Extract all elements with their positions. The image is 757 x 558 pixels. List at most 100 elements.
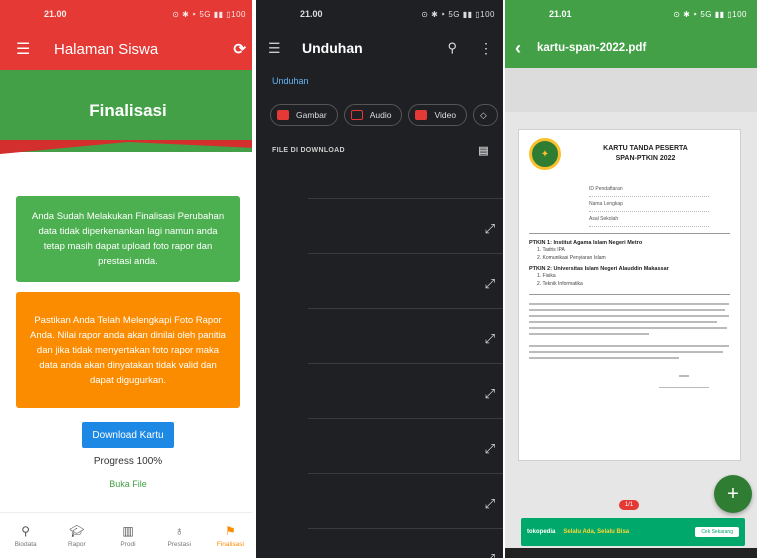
- doc-title: KARTU TANDA PESERTA SPAN-PTKIN 2022: [561, 144, 730, 164]
- doc-title-line: SPAN-PTKIN 2022: [615, 155, 676, 162]
- list-item[interactable]: ⤢: [308, 254, 505, 309]
- status-bar: 21.01 ⊙ ✱ ⁍ 5G ▮▮ ▯100: [505, 0, 757, 28]
- list-item[interactable]: ⤢: [308, 419, 505, 474]
- status-bar: 21.00 ⊙ ✱ ⁍ 5G ▮▮ ▯100: [256, 0, 505, 28]
- doc-body-text: [529, 303, 729, 388]
- rapor-warning-text: Pastikan Anda Telah Melengkapi Foto Rapo…: [30, 314, 226, 386]
- more-vert-icon[interactable]: ⋮: [479, 40, 493, 57]
- image-icon: [277, 110, 289, 120]
- page-indicator: 1/1: [619, 500, 639, 510]
- list-item[interactable]: ⤢: [308, 529, 505, 558]
- app-bar: ‹ kartu-span-2022.pdf: [505, 28, 757, 68]
- chip-more[interactable]: ◇: [473, 104, 498, 126]
- expand-icon[interactable]: ⤢: [485, 386, 495, 402]
- open-file-link[interactable]: Buka File: [0, 479, 256, 489]
- ad-cta-button[interactable]: Cek Sekarang: [695, 527, 739, 537]
- file-title: kartu-span-2022.pdf: [537, 42, 647, 54]
- ministry-logo: ✦: [529, 138, 561, 170]
- section-label: FILE DI DOWNLOAD: [272, 147, 345, 154]
- ad-banner[interactable]: tokopedia Selalu Ada, Selalu Bisa Cek Se…: [521, 518, 745, 546]
- file-list: ⤢ ⤢ ⤢ ⤢ ⤢ ⤢ ⤢: [256, 167, 505, 558]
- status-icons: ⊙ ✱ ⁍ 5G ▮▮ ▯100: [421, 9, 495, 19]
- expand-icon[interactable]: ⤢: [485, 441, 495, 457]
- expand-icon[interactable]: ⤢: [485, 331, 495, 347]
- expand-icon[interactable]: ⤢: [485, 221, 495, 237]
- nav-label: Prodi: [120, 540, 136, 548]
- doc-fields: ID Pendaftaran Nama Lengkap Asal Sekolah: [589, 182, 730, 227]
- download-card-button[interactable]: Download Kartu: [82, 422, 174, 448]
- nav-label: Finalisasi: [216, 540, 244, 548]
- menu-icon[interactable]: ☰: [16, 39, 54, 59]
- chip-label: Audio: [369, 110, 392, 120]
- section-header: FILE DI DOWNLOAD ▤: [256, 126, 505, 157]
- ad-brand: tokopedia: [527, 529, 556, 535]
- expand-icon[interactable]: ⤢: [485, 276, 495, 292]
- search-icon[interactable]: ⚲: [447, 40, 457, 56]
- doc-field: ID Pendaftaran: [589, 182, 709, 197]
- choice-item: 1. Tadris IPA: [537, 247, 565, 253]
- doc-field: Asal Sekolah: [589, 212, 709, 227]
- student-page-screen: 21.00 ⊙ ✱ ⁍ 5G ▮▮ ▯100 ☰ Halaman Siswa ⟳…: [0, 0, 256, 558]
- list-item[interactable]: ⤢: [308, 474, 505, 529]
- nav-label: Rapor: [67, 540, 86, 548]
- person-icon: ⚲: [21, 523, 30, 538]
- back-arrow-icon[interactable]: ‹: [515, 38, 537, 59]
- app-title: Halaman Siswa: [54, 40, 159, 58]
- doc-divider: [529, 233, 730, 234]
- nav-prodi[interactable]: ▥ Prodi: [102, 513, 153, 558]
- finalized-notice-text: Anda Sudah Melakukan Finalisasi Perubaha…: [31, 211, 225, 267]
- chip-label: Gambar: [296, 110, 327, 120]
- pdf-page: ✦ KARTU TANDA PESERTA SPAN-PTKIN 2022 ID…: [518, 129, 741, 461]
- doc-divider: [529, 294, 730, 295]
- audio-icon: [350, 110, 363, 120]
- menu-icon[interactable]: ☰: [268, 40, 302, 57]
- video-icon: [415, 110, 428, 120]
- bottom-navigation: ⚲ Biodata 🎓︎ Rapor ▥ Prodi ♁ Prestasi ⚑ …: [0, 512, 256, 558]
- nav-finalisasi[interactable]: ⚑ Finalisasi: [205, 513, 256, 558]
- status-time: 21.00: [44, 9, 67, 19]
- status-icons: ⊙ ✱ ⁍ 5G ▮▮ ▯100: [172, 9, 246, 19]
- building-icon: ▥: [122, 523, 134, 538]
- expand-icon[interactable]: ⤢: [485, 551, 495, 558]
- list-item[interactable]: [308, 167, 505, 199]
- refresh-icon[interactable]: ⟳: [233, 40, 246, 58]
- ad-tagline: Selalu Ada, Selalu Bisa: [563, 529, 630, 535]
- nav-rapor[interactable]: 🎓︎ Rapor: [51, 513, 102, 558]
- choice-item: 2. Komunikasi Penyiaran Islam: [537, 255, 606, 261]
- chip-video[interactable]: Video: [408, 104, 468, 126]
- rapor-warning-card: Pastikan Anda Telah Melengkapi Foto Rapo…: [16, 292, 240, 408]
- breadcrumb[interactable]: Unduhan: [256, 68, 505, 92]
- system-nav-bar: [505, 548, 757, 558]
- finalized-notice-card: Anda Sudah Melakukan Finalisasi Perubaha…: [16, 196, 240, 282]
- chip-audio[interactable]: Audio: [343, 104, 403, 126]
- status-time: 21.00: [300, 9, 323, 19]
- list-item[interactable]: ⤢: [308, 309, 505, 364]
- doc-field: Nama Lengkap: [589, 197, 709, 212]
- hero-wave-decoration: [0, 140, 256, 154]
- status-time: 21.01: [549, 9, 572, 19]
- app-bar: ☰ Halaman Siswa ⟳: [0, 28, 256, 70]
- add-fab-button[interactable]: +: [714, 475, 752, 513]
- choice-item: 2. Teknik Informatika: [537, 281, 583, 287]
- pdf-viewer-screen: 21.01 ⊙ ✱ ⁍ 5G ▮▮ ▯100 ‹ kartu-span-2022…: [505, 0, 757, 558]
- viewer-toolbar: [505, 68, 757, 112]
- medal-icon: ♁: [174, 523, 184, 538]
- downloads-screen: 21.00 ⊙ ✱ ⁍ 5G ▮▮ ▯100 ☰ Unduhan ⚲ ⋮ Und…: [256, 0, 505, 558]
- hero-title: Finalisasi: [89, 101, 167, 120]
- grid-view-icon[interactable]: ▤: [478, 144, 489, 157]
- choice-item: 1. Fisika: [537, 273, 556, 279]
- nav-label: Biodata: [14, 540, 37, 548]
- list-item[interactable]: ⤢: [308, 364, 505, 419]
- nav-biodata[interactable]: ⚲ Biodata: [0, 513, 51, 558]
- filter-chips: Gambar Audio Video ◇: [256, 92, 505, 126]
- chip-images[interactable]: Gambar: [270, 104, 338, 126]
- app-title: Unduhan: [302, 40, 363, 56]
- expand-icon[interactable]: ⤢: [485, 496, 495, 512]
- nav-prestasi[interactable]: ♁ Prestasi: [154, 513, 205, 558]
- progress-text: Progress 100%: [93, 456, 163, 467]
- app-bar: ☰ Unduhan ⚲ ⋮: [256, 28, 505, 68]
- doc-title-line: KARTU TANDA PESERTA: [603, 145, 688, 152]
- doc-header: ✦ KARTU TANDA PESERTA SPAN-PTKIN 2022: [529, 138, 730, 170]
- school-icon: 🎓︎: [69, 523, 85, 538]
- list-item[interactable]: ⤢: [308, 199, 505, 254]
